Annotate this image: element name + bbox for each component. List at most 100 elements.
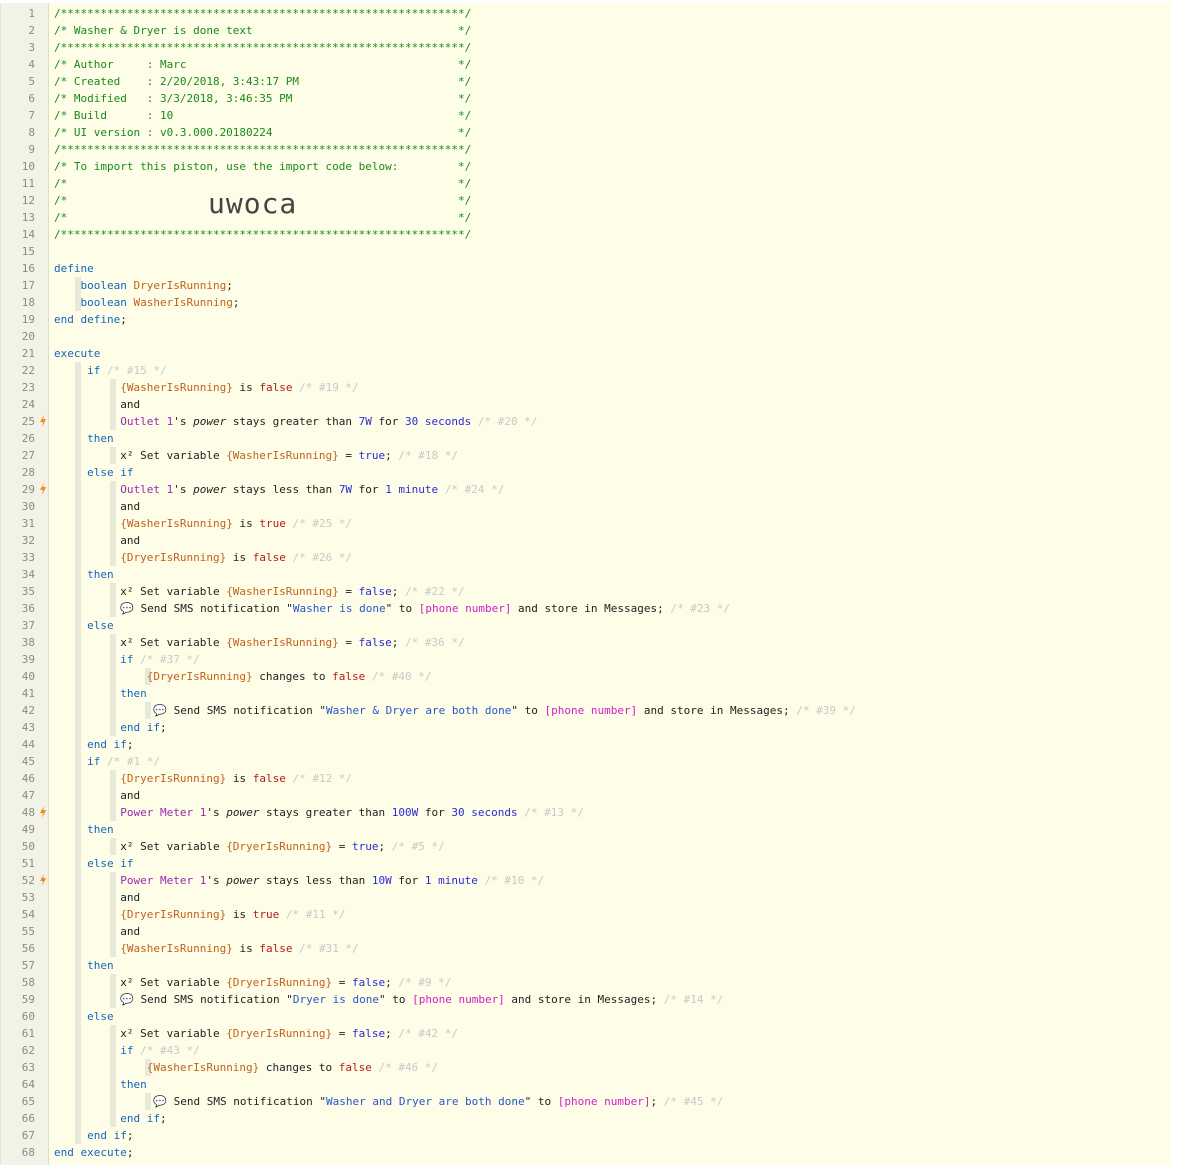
line-number: 56 [21, 942, 35, 955]
code-text: then [120, 1078, 147, 1091]
code-text: and [54, 534, 141, 547]
line-number: 50 [21, 840, 35, 853]
code-text: and [54, 891, 141, 904]
line-number: 65 [21, 1095, 35, 1108]
code-line: 45 if /* #1 */ [1, 753, 1171, 770]
line-number: 61 [21, 1027, 35, 1040]
code-text: x² Set variable {WasherIsRunning} = fals… [54, 585, 465, 598]
code-line: 10 /* To import this piston, use the impo… [1, 158, 1171, 175]
code-text: 💬 Send SMS notification "Washer and Drye… [54, 1095, 724, 1108]
line-number: 45 [21, 755, 35, 768]
line-number: 18 [21, 296, 35, 309]
line-number: 44 [21, 738, 35, 751]
line-number: 40 [21, 670, 35, 683]
code-line: 68 end execute; [1, 1144, 1171, 1161]
code-text: Power Meter 1's power stays greater than… [120, 806, 584, 819]
code-text: Power Meter 1's power stays less than 10… [120, 874, 545, 887]
code-text: /***************************************… [54, 41, 472, 54]
line-number: 63 [21, 1061, 35, 1074]
code-line: 52 Power Meter 1's power stays less than… [1, 872, 1171, 889]
line-number: 54 [21, 908, 35, 921]
line-number: 16 [21, 262, 35, 275]
code-line: 5 /* Created : 2/20/2018, 3:43:17 PM */ [1, 73, 1171, 90]
code-text: and [54, 789, 141, 802]
line-number: 11 [21, 177, 35, 190]
code-line: 33 {DryerIsRunning} is false /* #26 */ [1, 549, 1171, 566]
code-line: 22 if /* #15 */ [1, 362, 1171, 379]
code-text: then [87, 568, 114, 581]
code-text: end if; [120, 1112, 167, 1125]
code-text: then [87, 959, 114, 972]
line-number: 51 [21, 857, 35, 870]
code-line: 34 then [1, 566, 1171, 583]
code-line: 25 Outlet 1's power stays greater than 7… [1, 413, 1171, 430]
code-line: 8 /* UI version : v0.3.000.20180224 */ [1, 124, 1171, 141]
code-line: 44 end if; [1, 736, 1171, 753]
line-number: 62 [21, 1044, 35, 1057]
code-line: 9 /**************************************… [1, 141, 1171, 158]
code-line: 29 Outlet 1's power stays less than 7W f… [1, 481, 1171, 498]
code-text: end if; [120, 721, 167, 734]
code-line: 59 💬 Send SMS notification "Dryer is don… [1, 991, 1171, 1008]
code-line: 6 /* Modified : 3/3/2018, 3:46:35 PM */ [1, 90, 1171, 107]
code-text: 💬 Send SMS notification "Washer & Dryer … [54, 704, 856, 717]
line-number: 42 [21, 704, 35, 717]
line-number: 23 [21, 381, 35, 394]
line-number: 39 [21, 653, 35, 666]
code-text: end if; [87, 738, 134, 751]
code-line: 30 and [1, 498, 1171, 515]
line-number: 68 [21, 1146, 35, 1159]
code-line: 24 and [1, 396, 1171, 413]
line-number: 4 [28, 58, 35, 71]
code-line: 21 execute [1, 345, 1171, 362]
line-number: 47 [21, 789, 35, 802]
code-text: then [87, 432, 114, 445]
code-line: 62 if /* #43 */ [1, 1042, 1171, 1059]
line-number: 36 [21, 602, 35, 615]
line-number: 59 [21, 993, 35, 1006]
line-number: 27 [21, 449, 35, 462]
line-number: 24 [21, 398, 35, 411]
code-line: 3 /**************************************… [1, 39, 1171, 56]
line-number: 30 [21, 500, 35, 513]
line-number: 58 [21, 976, 35, 989]
trigger-bolt-icon [40, 483, 46, 495]
code-text: {DryerIsRunning} is false /* #12 */ [120, 772, 353, 785]
code-text: {WasherIsRunning} is true /* #25 */ [120, 517, 353, 530]
code-text: if /* #15 */ [87, 364, 167, 377]
code-line: 61 x² Set variable {DryerIsRunning} = fa… [1, 1025, 1171, 1042]
code-line: 53 and [1, 889, 1171, 906]
trigger-bolt-icon [40, 806, 46, 818]
code-editor[interactable]: 1 /**************************************… [0, 3, 1171, 1165]
code-line: 64 then [1, 1076, 1171, 1093]
line-number: 32 [21, 534, 35, 547]
code-line: 27 x² Set variable {WasherIsRunning} = t… [1, 447, 1171, 464]
line-number: 28 [21, 466, 35, 479]
code-text: else [87, 1010, 114, 1023]
code-line: 55 and [1, 923, 1171, 940]
code-line: 51 else if [1, 855, 1171, 872]
code-text: 💬 Send SMS notification "Washer is done"… [54, 602, 730, 615]
code-line: 36 💬 Send SMS notification "Washer is do… [1, 600, 1171, 617]
line-number: 46 [21, 772, 35, 785]
line-number: 19 [21, 313, 35, 326]
code-text: end define; [54, 313, 127, 326]
code-text: {DryerIsRunning} is true /* #11 */ [120, 908, 346, 921]
code-text: /* Modified : 3/3/2018, 3:46:35 PM */ [54, 92, 472, 105]
code-text: else if [87, 466, 134, 479]
code-text: else [87, 619, 114, 632]
code-text: x² Set variable {DryerIsRunning} = false… [54, 976, 452, 989]
code-text: Outlet 1's power stays greater than 7W f… [120, 415, 538, 428]
code-text: if /* #37 */ [120, 653, 200, 666]
code-text: then [87, 823, 114, 836]
line-number: 17 [21, 279, 35, 292]
code-text: /***************************************… [54, 143, 472, 156]
code-line: 56 {WasherIsRunning} is false /* #31 */ [1, 940, 1171, 957]
code-line: 16 define [1, 260, 1171, 277]
code-line: 47 and [1, 787, 1171, 804]
line-number: 64 [21, 1078, 35, 1091]
line-number: 25 [21, 415, 35, 428]
code-line: 31 {WasherIsRunning} is true /* #25 */ [1, 515, 1171, 532]
code-text: 💬 Send SMS notification "Dryer is done" … [54, 993, 724, 1006]
line-number: 22 [21, 364, 35, 377]
